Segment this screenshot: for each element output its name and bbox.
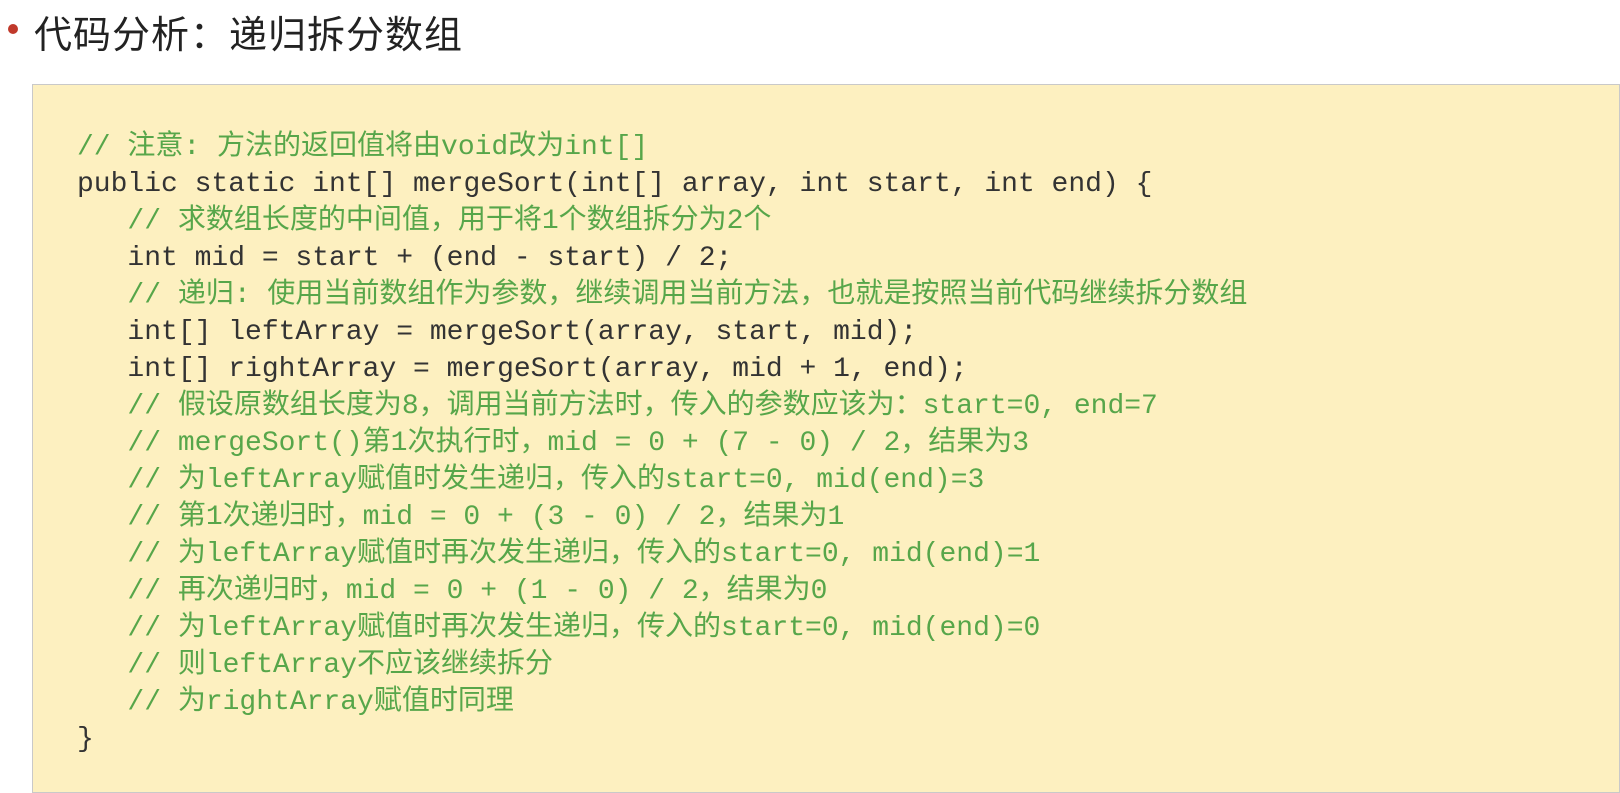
title-bullet-icon <box>8 24 18 34</box>
code-comment: // mergeSort()第1次执行时，mid = 0 + (7 - 0) /… <box>77 428 1029 459</box>
code-text: int[] leftArray = mergeSort(array, start… <box>77 317 917 348</box>
code-comment: // 为leftArray赋值时再次发生递归，传入的start=0, mid(e… <box>77 539 1040 570</box>
code-line: // 再次递归时，mid = 0 + (1 - 0) / 2，结果为0 <box>77 573 1619 610</box>
code-line: // mergeSort()第1次执行时，mid = 0 + (7 - 0) /… <box>77 425 1619 462</box>
code-line: // 为leftArray赋值时发生递归，传入的start=0, mid(end… <box>77 462 1619 499</box>
code-text: public static int[] mergeSort(int[] arra… <box>77 169 1152 200</box>
code-comment: // 求数组长度的中间值，用于将1个数组拆分为2个 <box>77 206 771 237</box>
code-container: // 注意: 方法的返回值将由void改为int[] public static … <box>77 129 1619 758</box>
code-line: // 求数组长度的中间值，用于将1个数组拆分为2个 <box>77 203 1619 240</box>
code-line: // 为leftArray赋值时再次发生递归，传入的start=0, mid(e… <box>77 610 1619 647</box>
code-line: // 则leftArray不应该继续拆分 <box>77 647 1619 684</box>
code-comment: // 第1次递归时，mid = 0 + (3 - 0) / 2，结果为1 <box>77 502 844 533</box>
code-comment: // 为leftArray赋值时再次发生递归，传入的start=0, mid(e… <box>77 613 1040 644</box>
code-comment: // 假设原数组长度为8，调用当前方法时，传入的参数应该为：start=0, e… <box>77 391 1158 422</box>
code-line: // 第1次递归时，mid = 0 + (3 - 0) / 2，结果为1 <box>77 499 1619 536</box>
code-line: int[] rightArray = mergeSort(array, mid … <box>77 351 1619 388</box>
code-line: public static int[] mergeSort(int[] arra… <box>77 166 1619 203</box>
page-title: 代码分析：递归拆分数组 <box>34 4 463 59</box>
code-comment: // 注意: 方法的返回值将由void改为int[] <box>77 132 648 163</box>
code-text: int[] rightArray = mergeSort(array, mid … <box>77 354 968 385</box>
code-line: int[] leftArray = mergeSort(array, start… <box>77 314 1619 351</box>
code-comment: // 为rightArray赋值时同理 <box>77 687 514 718</box>
code-line: // 假设原数组长度为8，调用当前方法时，传入的参数应该为：start=0, e… <box>77 388 1619 425</box>
code-line: // 为rightArray赋值时同理 <box>77 684 1619 721</box>
code-line: // 注意: 方法的返回值将由void改为int[] <box>77 129 1619 166</box>
code-text: } <box>77 724 94 755</box>
code-comment: // 为leftArray赋值时发生递归，传入的start=0, mid(end… <box>77 465 984 496</box>
code-text: int mid = start + (end - start) / 2; <box>77 243 732 274</box>
code-comment: // 则leftArray不应该继续拆分 <box>77 650 553 681</box>
code-block: // 注意: 方法的返回值将由void改为int[] public static … <box>32 84 1620 793</box>
code-comment: // 再次递归时，mid = 0 + (1 - 0) / 2，结果为0 <box>77 576 827 607</box>
code-line: // 递归: 使用当前数组作为参数，继续调用当前方法，也就是按照当前代码继续拆分… <box>77 277 1619 314</box>
code-line: // 为leftArray赋值时再次发生递归，传入的start=0, mid(e… <box>77 536 1619 573</box>
code-line: } <box>77 721 1619 758</box>
code-line: int mid = start + (end - start) / 2; <box>77 240 1619 277</box>
code-comment: // 递归: 使用当前数组作为参数，继续调用当前方法，也就是按照当前代码继续拆分… <box>77 280 1247 311</box>
